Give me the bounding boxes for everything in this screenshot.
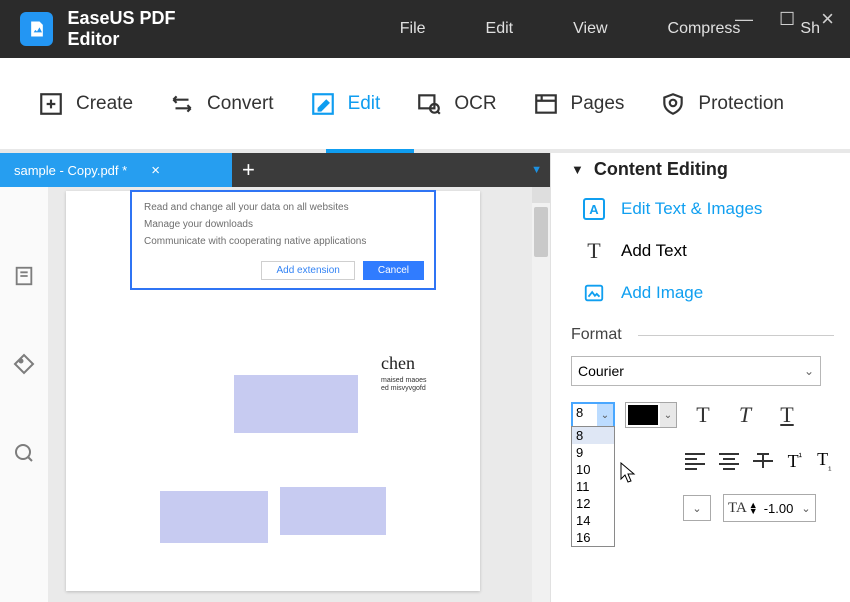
page-canvas[interactable]: Read and change all your data on all web… bbox=[48, 187, 532, 602]
italic-button[interactable]: T bbox=[729, 400, 761, 430]
align-left-button[interactable] bbox=[683, 448, 707, 474]
underline-button[interactable]: T bbox=[771, 400, 803, 430]
format-section-head: Format bbox=[571, 326, 834, 344]
font-family-select[interactable]: Courier ⌄ bbox=[571, 356, 821, 386]
maximize-button[interactable]: ☐ bbox=[779, 9, 795, 30]
tabbar-spacer: + ▼ bbox=[232, 153, 550, 187]
tag-icon[interactable] bbox=[12, 352, 36, 381]
char-spacing-icon: TA bbox=[728, 500, 747, 517]
size-option-11[interactable]: 11 bbox=[572, 478, 614, 495]
panel-heading[interactable]: ▼ Content Editing bbox=[571, 157, 834, 188]
edit-text-images-item[interactable]: A Edit Text & Images bbox=[571, 188, 834, 230]
size-option-8[interactable]: 8 bbox=[572, 427, 614, 444]
ribbon-create[interactable]: Create bbox=[38, 91, 133, 117]
selection-box-2[interactable] bbox=[160, 491, 268, 543]
color-dropdown-button[interactable]: ⌄ bbox=[660, 403, 676, 427]
menu-edit[interactable]: Edit bbox=[456, 20, 544, 38]
left-rail bbox=[0, 187, 48, 602]
size-option-10[interactable]: 10 bbox=[572, 461, 614, 478]
app-logo bbox=[20, 12, 53, 46]
document-area: Read and change all your data on all web… bbox=[0, 187, 550, 602]
caret-down-icon: ▼ bbox=[571, 162, 584, 177]
convert-icon bbox=[169, 91, 195, 117]
menu-view[interactable]: View bbox=[543, 20, 637, 38]
plus-box-icon bbox=[38, 91, 64, 117]
size-option-14[interactable]: 14 bbox=[572, 512, 614, 529]
page: Read and change all your data on all web… bbox=[66, 191, 480, 591]
selection-box-1[interactable] bbox=[234, 375, 358, 433]
text-chen-sub[interactable]: maised maoesed misvyvgofd bbox=[381, 377, 427, 393]
menu-file[interactable]: File bbox=[370, 20, 456, 38]
dialog-line-1: Read and change all your data on all web… bbox=[144, 202, 422, 213]
dialog-line-2: Manage your downloads bbox=[144, 219, 422, 230]
strikethrough-button[interactable] bbox=[751, 448, 775, 474]
char-spacing-arrows-icon: ▲▼ bbox=[749, 502, 758, 514]
size-option-16[interactable]: 16 bbox=[572, 529, 614, 546]
cancel-extension-button[interactable]: Cancel bbox=[363, 261, 424, 280]
window-controls: — ☐ × bbox=[735, 6, 834, 32]
size-dropdown-button[interactable]: ⌄ bbox=[597, 404, 613, 426]
ribbon-toolbar: Create Convert Edit OCR Pages Protection bbox=[0, 58, 850, 153]
subscript-button[interactable]: T₁ bbox=[815, 448, 835, 474]
color-swatch-black bbox=[628, 405, 658, 425]
bold-button[interactable]: T bbox=[687, 400, 719, 430]
tab-dropdown-icon[interactable]: ▼ bbox=[531, 164, 542, 176]
add-text-item[interactable]: T Add Text bbox=[571, 230, 834, 272]
title-bar: EaseUS PDF Editor File Edit View Compres… bbox=[0, 0, 850, 58]
app-title: EaseUS PDF Editor bbox=[67, 8, 229, 50]
add-extension-button[interactable]: Add extension bbox=[261, 261, 354, 280]
chevron-down-icon: ⌄ bbox=[804, 364, 814, 378]
scroll-thumb[interactable] bbox=[534, 207, 548, 257]
char-spacing-select[interactable]: TA ▲▼ -1.00 ⌄ bbox=[723, 494, 816, 522]
pencil-box-icon bbox=[310, 91, 336, 117]
tab-close-button[interactable]: × bbox=[151, 162, 160, 179]
add-tab-button[interactable]: + bbox=[242, 157, 255, 183]
font-size-dropdown: 8 9 10 11 12 14 16 bbox=[571, 426, 615, 547]
minimize-button[interactable]: — bbox=[735, 9, 753, 30]
document-tab[interactable]: sample - Copy.pdf * × bbox=[0, 153, 232, 187]
shield-icon bbox=[660, 91, 686, 117]
ocr-icon bbox=[416, 91, 442, 117]
tab-title: sample - Copy.pdf * bbox=[14, 163, 127, 178]
close-button[interactable]: × bbox=[821, 6, 834, 32]
thumbnails-icon[interactable] bbox=[13, 265, 35, 292]
ribbon-edit[interactable]: Edit bbox=[310, 91, 381, 117]
ribbon-ocr[interactable]: OCR bbox=[416, 91, 496, 117]
selection-box-3[interactable] bbox=[280, 487, 386, 535]
text-chen[interactable]: chen bbox=[381, 353, 415, 374]
add-image-icon bbox=[583, 282, 605, 304]
edit-text-icon: A bbox=[583, 198, 605, 220]
embedded-dialog: Read and change all your data on all web… bbox=[130, 190, 436, 290]
line-spacing-dropdown[interactable]: ⌄ bbox=[683, 495, 711, 521]
vertical-scrollbar[interactable] bbox=[532, 187, 550, 602]
ribbon-protection[interactable]: Protection bbox=[660, 91, 784, 117]
ribbon-pages[interactable]: Pages bbox=[533, 91, 625, 117]
search-rail-icon[interactable] bbox=[12, 441, 36, 470]
dialog-line-3: Communicate with cooperating native appl… bbox=[144, 236, 422, 247]
add-text-icon: T bbox=[583, 240, 605, 262]
side-panel: ▼ Content Editing A Edit Text & Images T… bbox=[550, 153, 850, 602]
align-center-button[interactable] bbox=[717, 448, 741, 474]
size-option-12[interactable]: 12 bbox=[572, 495, 614, 512]
font-color-select[interactable]: ⌄ bbox=[625, 402, 677, 428]
superscript-button[interactable]: T¹ bbox=[785, 448, 805, 474]
pages-icon bbox=[533, 91, 559, 117]
add-image-item[interactable]: Add Image bbox=[571, 272, 834, 314]
size-option-9[interactable]: 9 bbox=[572, 444, 614, 461]
font-size-select[interactable]: 8 ⌄ 8 9 10 11 12 14 16 bbox=[571, 402, 615, 428]
chevron-down-icon: ⌄ bbox=[801, 502, 810, 515]
ribbon-convert[interactable]: Convert bbox=[169, 91, 274, 117]
document-tabbar: sample - Copy.pdf * × + ▼ bbox=[0, 153, 550, 187]
